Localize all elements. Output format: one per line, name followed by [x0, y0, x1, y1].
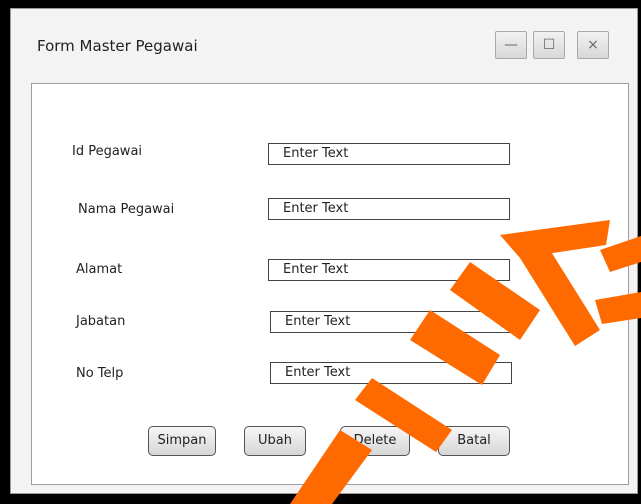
close-button[interactable]: × — [577, 31, 609, 59]
ubah-button[interactable]: Ubah — [244, 426, 306, 456]
label-nama-pegawai: Nama Pegawai — [78, 202, 175, 217]
id-pegawai-input[interactable]: Enter Text — [268, 143, 510, 165]
no-telp-input[interactable]: Enter Text — [270, 362, 512, 384]
jabatan-input[interactable]: Enter Text — [270, 311, 512, 333]
nama-pegawai-input[interactable]: Enter Text — [268, 198, 510, 220]
simpan-button[interactable]: Simpan — [148, 426, 216, 456]
maximize-button[interactable]: ☐ — [533, 31, 565, 59]
maximize-icon: ☐ — [542, 37, 556, 53]
form-window: Form Master Pegawai — ☐ × Id Pegawai Ent… — [10, 8, 638, 494]
form-panel: Id Pegawai Enter Text Nama Pegawai Enter… — [31, 83, 629, 485]
title-bar: Form Master Pegawai — ☐ × — [11, 9, 637, 81]
close-icon: × — [587, 37, 599, 53]
minimize-icon: — — [504, 37, 518, 53]
label-alamat: Alamat — [76, 262, 123, 277]
label-no-telp: No Telp — [76, 366, 124, 381]
window-title: Form Master Pegawai — [37, 37, 198, 55]
delete-button[interactable]: Delete — [340, 426, 410, 456]
alamat-input[interactable]: Enter Text — [268, 259, 510, 281]
label-id-pegawai: Id Pegawai — [72, 144, 143, 159]
minimize-button[interactable]: — — [495, 31, 527, 59]
label-jabatan: Jabatan — [76, 314, 126, 329]
batal-button[interactable]: Batal — [438, 426, 510, 456]
